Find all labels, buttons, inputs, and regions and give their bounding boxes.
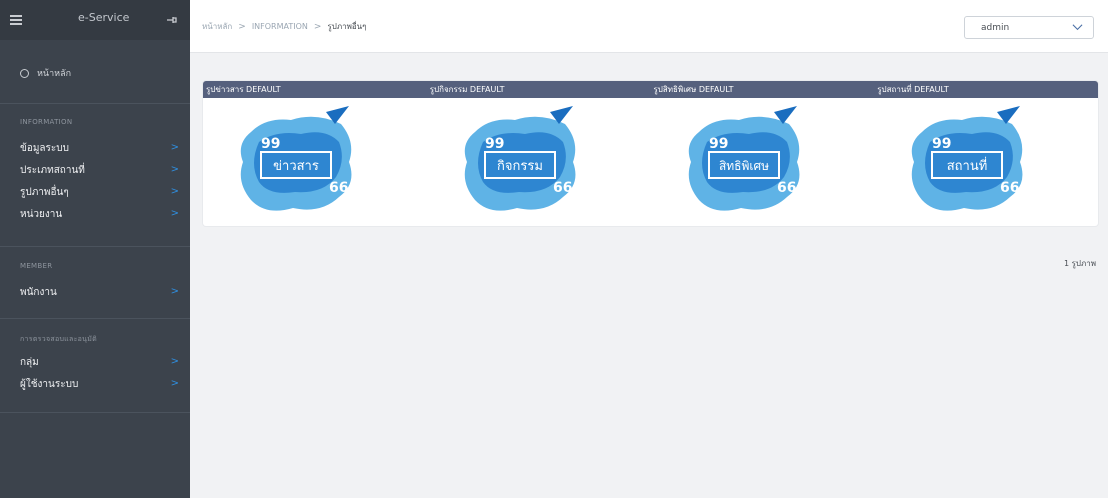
sidebar-item-label: ผู้ใช้งานระบบ (20, 378, 79, 390)
sidebar-item-system-info[interactable]: ข้อมูลระบบ > (0, 137, 190, 159)
svg-text:99: 99 (709, 136, 728, 152)
image-caption: สิทธิพิเศษ (718, 159, 768, 173)
sidebar: e-Service หน้าหลัก INFORMATION ข้อมูลระบ… (0, 0, 190, 498)
sidebar-item-employees[interactable]: พนักงาน > (0, 281, 190, 303)
sidebar-item-departments[interactable]: หน่วยงาน > (0, 203, 190, 225)
chevron-right-icon: > (170, 142, 179, 153)
sidebar-item-home[interactable]: หน้าหลัก (0, 53, 190, 93)
sidebar-section-approval: การตรวจสอบและอนุมัติ (20, 335, 97, 343)
svg-text:66: 66 (329, 180, 348, 196)
sidebar-item-other-images[interactable]: รูปภาพอื่นๆ > (0, 181, 190, 203)
svg-text:99: 99 (261, 136, 280, 152)
hamburger-icon[interactable] (10, 15, 22, 25)
chevron-right-icon: > (313, 21, 322, 32)
svg-text:99: 99 (485, 136, 504, 152)
sidebar-divider (0, 318, 190, 319)
chevron-right-icon: > (170, 356, 179, 367)
privilege-image[interactable]: 99 66 สิทธิพิเศษ (679, 102, 809, 220)
topbar: หน้าหลัก > INFORMATION > รูปภาพอื่นๆ adm… (190, 0, 1108, 53)
svg-text:66: 66 (1000, 180, 1019, 196)
card-header: รูปข่าวสาร DEFAULT รูปกิจกรรม DEFAULT รู… (203, 81, 1098, 98)
sidebar-item-label: พนักงาน (20, 286, 57, 298)
sidebar-item-groups[interactable]: กลุ่ม > (0, 351, 190, 373)
svg-text:66: 66 (553, 180, 572, 196)
sidebar-item-place-types[interactable]: ประเภทสถานที่ > (0, 159, 190, 181)
sidebar-item-label: รูปภาพอื่นๆ (20, 186, 69, 198)
breadcrumb-current: รูปภาพอื่นๆ (327, 22, 367, 31)
image-place[interactable]: 99 66 สถานที่ (874, 98, 1098, 226)
sidebar-divider (0, 103, 190, 104)
chevron-right-icon: > (238, 21, 246, 32)
chevron-down-icon (1072, 24, 1083, 31)
svg-text:66: 66 (777, 180, 796, 196)
card-body: 99 66 ข่าวสาร 99 66 กิจกรรม 99 66 สิทธิพ… (203, 98, 1098, 226)
chevron-right-icon: > (170, 208, 179, 219)
user-select[interactable]: admin (964, 16, 1094, 39)
chevron-right-icon: > (170, 186, 179, 197)
sidebar-header: e-Service (0, 0, 190, 40)
chevron-right-icon: > (170, 378, 179, 389)
image-privilege[interactable]: 99 66 สิทธิพิเศษ (651, 98, 875, 226)
column-header: รูปกิจกรรม DEFAULT (429, 85, 505, 94)
sidebar-item-label: หน่วยงาน (20, 208, 63, 220)
image-caption: กิจกรรม (497, 159, 543, 174)
activity-image[interactable]: 99 66 กิจกรรม (455, 102, 585, 220)
sidebar-item-label: กลุ่ม (20, 356, 39, 368)
sidebar-section-member: MEMBER (20, 262, 53, 270)
place-image[interactable]: 99 66 สถานที่ (902, 102, 1032, 220)
app-title: e-Service (78, 11, 130, 24)
sidebar-section-information: INFORMATION (20, 118, 73, 126)
sidebar-item-label: หน้าหลัก (37, 69, 72, 79)
sidebar-divider (0, 412, 190, 413)
sidebar-divider (0, 246, 190, 247)
breadcrumb-home[interactable]: หน้าหลัก (202, 20, 232, 33)
chevron-right-icon: > (170, 164, 179, 175)
column-header: รูปข่าวสาร DEFAULT (206, 85, 281, 94)
user-select-value: admin (981, 22, 1010, 33)
sidebar-item-label: ข้อมูลระบบ (20, 142, 69, 154)
news-image[interactable]: 99 66 ข่าวสาร (231, 102, 361, 220)
breadcrumb: หน้าหลัก > INFORMATION > รูปภาพอื่นๆ (202, 20, 366, 33)
sidebar-item-users[interactable]: ผู้ใช้งานระบบ > (0, 373, 190, 395)
sidebar-item-label: ประเภทสถานที่ (20, 164, 85, 176)
pin-icon[interactable] (166, 14, 178, 26)
column-header: รูปสถานที่ DEFAULT (877, 85, 949, 94)
image-caption: สถานที่ (947, 157, 988, 174)
svg-text:99: 99 (932, 136, 951, 152)
column-header: รูปสิทธิพิเศษ DEFAULT (653, 85, 734, 94)
circle-icon (20, 68, 29, 78)
image-caption: ข่าวสาร (273, 159, 319, 174)
image-news[interactable]: 99 66 ข่าวสาร (203, 98, 427, 226)
breadcrumb-information[interactable]: INFORMATION (252, 22, 308, 31)
image-count: 1 รูปภาพ (1063, 259, 1096, 268)
default-images-card: รูปข่าวสาร DEFAULT รูปกิจกรรม DEFAULT รู… (203, 81, 1098, 226)
chevron-right-icon: > (170, 286, 179, 297)
image-activity[interactable]: 99 66 กิจกรรม (427, 98, 651, 226)
